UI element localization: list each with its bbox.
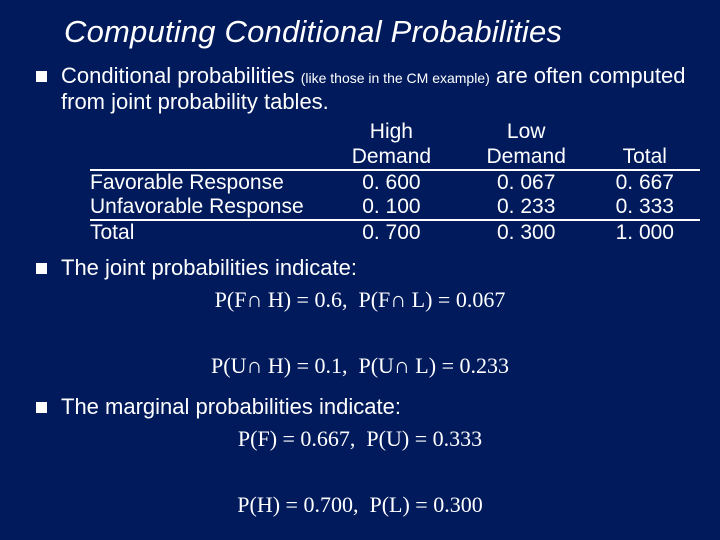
cell: 0. 300: [463, 220, 598, 245]
cell: 1. 000: [598, 220, 700, 245]
cell: 0. 700: [328, 220, 463, 245]
joint-formula-block: P(F∩ H) = 0.6, P(F∩ L) = 0.067 P(U∩ H) =…: [28, 283, 692, 382]
bullet-1-part-a: Conditional probabilities: [61, 63, 301, 88]
cell: 0. 600: [328, 170, 463, 195]
col-header-total-2: Total: [598, 145, 700, 170]
table-header-row-2: Demand Demand Total: [90, 145, 700, 170]
row-label: Unfavorable Response: [90, 195, 328, 220]
col-header-low-1: Low: [463, 120, 598, 144]
bullet-3: The marginal probabilities indicate:: [36, 394, 692, 420]
probability-table: High Low Demand Demand Total Favorable R…: [90, 120, 700, 245]
bullet-1-text: Conditional probabilities (like those in…: [61, 63, 692, 115]
slide-title: Computing Conditional Probabilities: [64, 16, 692, 49]
cell: 0. 067: [463, 170, 598, 195]
marginal-formula-line-1: P(F) = 0.667, P(U) = 0.333: [28, 422, 692, 455]
table-row: Favorable Response 0. 600 0. 067 0. 667: [90, 170, 700, 195]
marginal-formula-block: P(F) = 0.667, P(U) = 0.333 P(H) = 0.700,…: [28, 422, 692, 521]
bullet-square-icon: [36, 402, 47, 413]
col-header-high-1: High: [328, 120, 463, 144]
cell: 0. 233: [463, 195, 598, 220]
table-header-row-1: High Low: [90, 120, 700, 144]
bullet-square-icon: [36, 263, 47, 274]
joint-formula-line-2: P(U∩ H) = 0.1, P(U∩ L) = 0.233: [28, 349, 692, 382]
bullet-square-icon: [36, 71, 47, 82]
table-row: Unfavorable Response 0. 100 0. 233 0. 33…: [90, 195, 700, 220]
row-label: Favorable Response: [90, 170, 328, 195]
bullet-1: Conditional probabilities (like those in…: [36, 63, 692, 115]
col-header-high-2: Demand: [328, 145, 463, 170]
col-header-low-2: Demand: [463, 145, 598, 170]
bullet-2-text: The joint probabilities indicate:: [61, 255, 692, 281]
cell: 0. 333: [598, 195, 700, 220]
marginal-formula-line-2: P(H) = 0.700, P(L) = 0.300: [28, 488, 692, 521]
cell: 0. 100: [328, 195, 463, 220]
row-label: Total: [90, 220, 328, 245]
cell: 0. 667: [598, 170, 700, 195]
probability-table-wrap: High Low Demand Demand Total Favorable R…: [90, 120, 692, 245]
col-header-total-1: [598, 120, 700, 144]
bullet-3-text: The marginal probabilities indicate:: [61, 394, 692, 420]
bullet-2: The joint probabilities indicate:: [36, 255, 692, 281]
slide: Computing Conditional Probabilities Cond…: [0, 0, 720, 540]
joint-formula-line-1: P(F∩ H) = 0.6, P(F∩ L) = 0.067: [28, 283, 692, 316]
table-row-total: Total 0. 700 0. 300 1. 000: [90, 220, 700, 245]
bullet-1-small: (like those in the CM example): [301, 70, 490, 86]
